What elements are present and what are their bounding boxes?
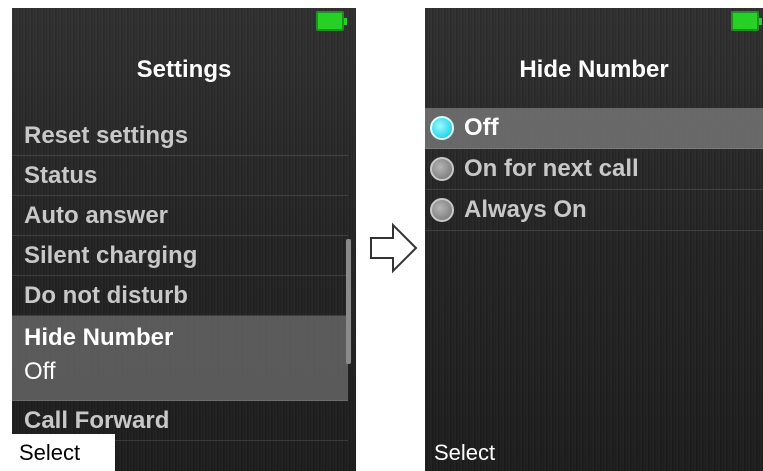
select-softkey[interactable]: Select [12,434,115,471]
screen-title: Settings [136,56,232,83]
menu-item-auto-answer[interactable]: Auto answer [12,196,348,236]
battery-icon [731,11,762,31]
hide-number-options: Off On for next call Always On [425,108,763,231]
option-always-on[interactable]: Always On [425,190,763,231]
option-on-for-next-call[interactable]: On for next call [425,149,763,190]
scrollbar[interactable] [346,239,351,364]
hide-number-screen: Hide Number Off On for next call Always … [425,8,763,471]
radio-selected-icon [430,116,454,140]
option-off[interactable]: Off [425,108,763,149]
screen-title: Hide Number [519,56,669,83]
radio-icon [430,198,454,222]
menu-item-value: Off [24,358,56,385]
option-label: Off [464,114,499,141]
menu-item-status[interactable]: Status [12,156,348,196]
option-label: On for next call [464,155,639,182]
menu-item-do-not-disturb[interactable]: Do not disturb [12,276,348,316]
battery-icon [316,11,347,31]
radio-icon [430,157,454,181]
option-label: Always On [464,196,587,223]
settings-screen: Settings Reset settings Status Auto answ… [12,8,356,471]
menu-item-silent-charging[interactable]: Silent charging [12,236,348,276]
select-softkey[interactable]: Select [434,436,495,470]
menu-item-reset-settings[interactable]: Reset settings [12,116,348,156]
right-arrow-icon [370,222,418,274]
menu-item-label: Hide Number [24,324,174,351]
settings-menu: Reset settings Status Auto answer Silent… [12,116,348,441]
menu-item-hide-number[interactable]: Hide Number Off [12,316,348,401]
